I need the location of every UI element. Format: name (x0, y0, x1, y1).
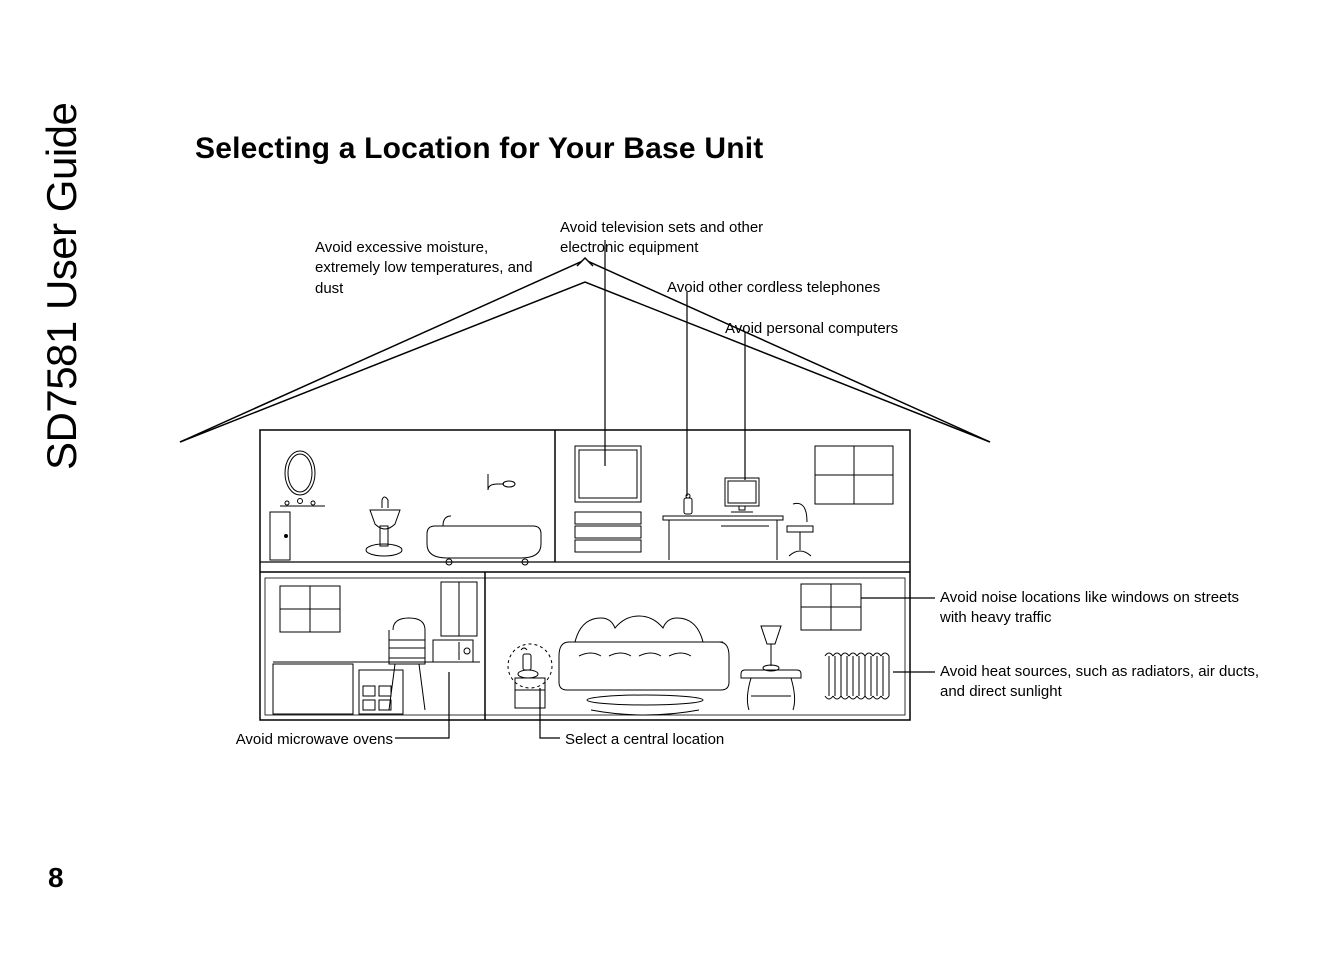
page-number: 8 (48, 862, 64, 894)
house-svg (165, 210, 1285, 770)
document-side-title: SD7581 User Guide (38, 103, 86, 470)
page-heading: Selecting a Location for Your Base Unit (195, 132, 763, 166)
house-diagram-figure: Avoid excessive moisture, extremely low … (165, 210, 1285, 770)
